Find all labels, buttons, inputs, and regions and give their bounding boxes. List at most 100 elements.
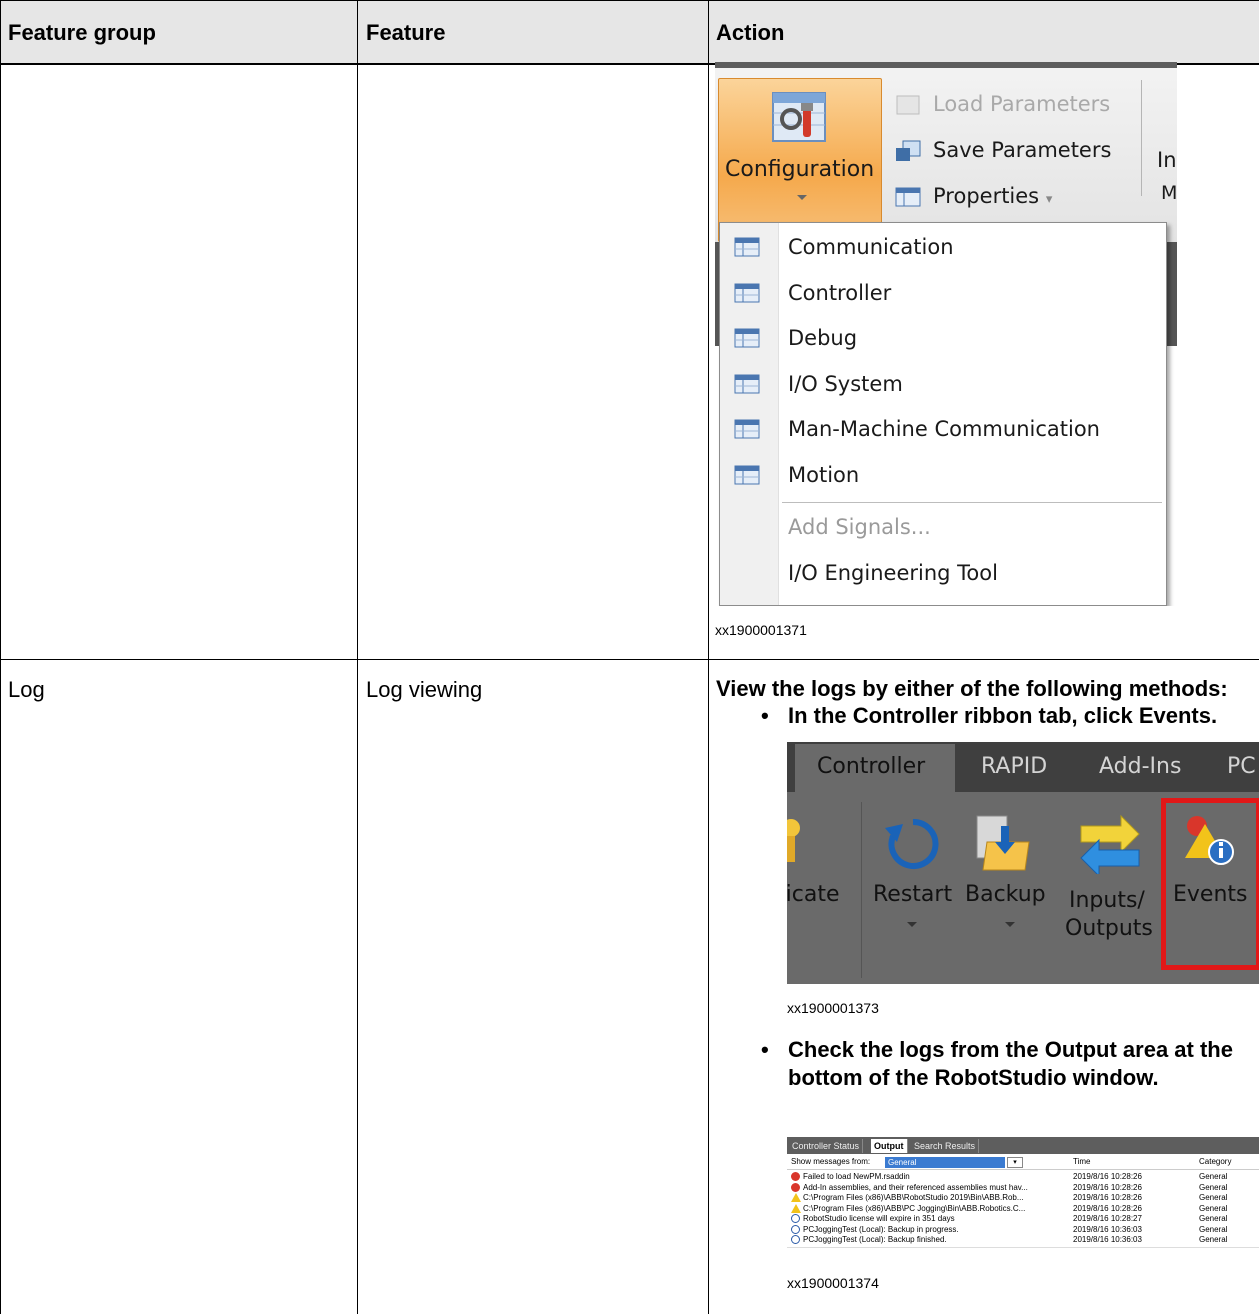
properties-item[interactable]: Properties ▾ [933, 184, 1052, 208]
ribbon-panel: Configuration Load Parameters Save Param… [715, 62, 1177, 242]
bullet-1-text-c: . [1210, 703, 1218, 728]
chevron-down-icon [797, 195, 807, 200]
restart-button[interactable]: Restart [873, 882, 952, 907]
list-bottom-divider [787, 1247, 1259, 1248]
header-feature-group: Feature group [8, 20, 156, 45]
configuration-menu-screenshot: Configuration Load Parameters Save Param… [715, 62, 1177, 606]
backup-button[interactable]: Backup [965, 882, 1046, 907]
message-category: General [1199, 1214, 1228, 1223]
message-category: General [1199, 1203, 1228, 1213]
tab-output[interactable]: Output [871, 1139, 908, 1153]
configuration-label: Configuration [725, 157, 875, 182]
clipped-ribbon-text-1: In [1157, 148, 1177, 172]
message-category: General [1199, 1224, 1228, 1234]
message-time: 2019/8/16 10:28:26 [1073, 1172, 1142, 1181]
feature-log-viewing: Log viewing [366, 677, 483, 702]
bullet-2-bold-output: Output [1044, 1037, 1117, 1062]
menu-item-add-signals[interactable]: Add Signals... [788, 515, 931, 539]
tab-controller[interactable]: Controller [817, 754, 925, 779]
table-icon [734, 283, 760, 303]
properties-label: Properties [933, 184, 1040, 208]
dropdown-icon[interactable]: ▾ [1007, 1157, 1023, 1168]
save-parameters-item[interactable]: Save Parameters [933, 138, 1111, 162]
list-item[interactable]: PCJoggingTest (Local): Backup in progres… [787, 1224, 1259, 1235]
list-item[interactable]: C:\Program Files (x86)\ABB\PC Jogging\Bi… [787, 1203, 1259, 1214]
menu-item-debug[interactable]: Debug [788, 326, 857, 350]
output-window-screenshot: Controller Status Output Search Results … [787, 1137, 1259, 1269]
ribbon-separator [1141, 80, 1142, 196]
tab-pc[interactable]: PC [1227, 754, 1256, 779]
figure-caption: xx1900001371 [715, 622, 807, 638]
list-item[interactable]: PCJoggingTest (Local): Backup finished. 2… [787, 1235, 1259, 1245]
events-highlight-box [1161, 798, 1259, 970]
tab-add-ins[interactable]: Add-Ins [1099, 754, 1181, 779]
message-time: 2019/8/16 10:28:26 [1073, 1182, 1142, 1192]
bullet-2-text-line2: bottom of the RobotStudio window. [788, 1065, 1159, 1090]
load-parameters-icon [896, 95, 920, 115]
list-item[interactable]: Add-In assemblies, and their referenced … [787, 1182, 1259, 1193]
chevron-down-icon: ▾ [1045, 192, 1053, 207]
info-icon [791, 1224, 800, 1234]
menu-item-controller[interactable]: Controller [788, 281, 891, 305]
load-parameters-item[interactable]: Load Parameters [933, 92, 1110, 116]
list-item[interactable]: Failed to load NewPM.rsaddin 2019/8/16 10… [787, 1172, 1259, 1182]
message-text: Failed to load NewPM.rsaddin [803, 1172, 910, 1181]
header-divider [787, 1169, 1259, 1170]
configuration-button[interactable]: Configuration [718, 78, 882, 242]
column-header-time[interactable]: Time [1073, 1157, 1133, 1167]
bullet-2-text-a: Check the logs from the [788, 1037, 1045, 1062]
message-time: 2019/8/16 10:28:26 [1073, 1203, 1142, 1213]
info-icon [791, 1235, 800, 1244]
error-icon [791, 1172, 800, 1181]
restart-icon [885, 818, 939, 869]
list-item[interactable]: C:\Program Files (x86)\ABB\RobotStudio 2… [787, 1193, 1259, 1203]
info-icon [791, 1214, 800, 1223]
header-action: Action [716, 20, 785, 45]
configuration-icon [772, 92, 826, 142]
error-icon [791, 1182, 800, 1192]
menu-item-motion[interactable]: Motion [788, 463, 859, 487]
chevron-down-icon [907, 922, 917, 927]
menu-separator [782, 502, 1162, 503]
backup-icon [976, 815, 1030, 871]
filter-label: Show messages from: [791, 1157, 871, 1166]
menu-item-man-machine-communication[interactable]: Man-Machine Communication [788, 417, 1100, 441]
warning-icon [791, 1203, 801, 1213]
message-time: 2019/8/16 10:28:26 [1073, 1193, 1142, 1202]
bullet-1-text: In the Controller ribbon tab, click Even… [788, 702, 1217, 729]
menu-item-communication[interactable]: Communication [788, 235, 954, 259]
header-feature: Feature [366, 20, 446, 45]
message-category: General [1199, 1193, 1228, 1202]
table-icon [734, 237, 760, 257]
table-icon [734, 465, 760, 485]
bullet-1-text-b: ribbon tab, click [957, 703, 1139, 728]
message-category: General [1199, 1235, 1228, 1244]
message-text: C:\Program Files (x86)\ABB\PC Jogging\Bi… [803, 1203, 1026, 1213]
message-text: PCJoggingTest (Local): Backup in progres… [803, 1224, 959, 1234]
message-time: 2019/8/16 10:28:27 [1073, 1214, 1142, 1223]
bullet-1-bold-controller: Controller [852, 703, 958, 728]
properties-icon [895, 187, 921, 207]
table-top-border [0, 0, 1259, 1]
configuration-dropdown-menu: Communication Controller Debug I/O Syste… [719, 222, 1167, 606]
inputs-outputs-label-1[interactable]: Inputs/ [1069, 888, 1145, 913]
tab-controller-status[interactable]: Controller Status [789, 1139, 864, 1153]
inputs-outputs-label-2[interactable]: Outputs [1065, 916, 1153, 941]
tab-rapid[interactable]: RAPID [981, 754, 1047, 779]
tab-search-results[interactable]: Search Results [911, 1139, 980, 1153]
column-header-category[interactable]: Category [1199, 1157, 1259, 1167]
table-icon [734, 419, 760, 439]
menu-item-io-engineering-tool[interactable]: I/O Engineering Tool [788, 561, 998, 585]
table-icon [734, 374, 760, 394]
bullet-marker: • [761, 1037, 769, 1062]
controller-ribbon-screenshot: Controller RAPID Add-Ins PC ticate Resta… [787, 742, 1259, 984]
list-item[interactable]: RobotStudio license will expire in 351 d… [787, 1214, 1259, 1224]
feature-group-log: Log [8, 677, 45, 702]
message-category: General [1199, 1182, 1228, 1192]
menu-item-io-system[interactable]: I/O System [788, 372, 903, 396]
message-text: PCJoggingTest (Local): Backup finished. [803, 1235, 947, 1244]
authenticate-button-clipped[interactable]: ticate [787, 882, 839, 907]
filter-select[interactable]: General [885, 1157, 1005, 1168]
key-icon [787, 819, 800, 862]
table-icon [734, 328, 760, 348]
